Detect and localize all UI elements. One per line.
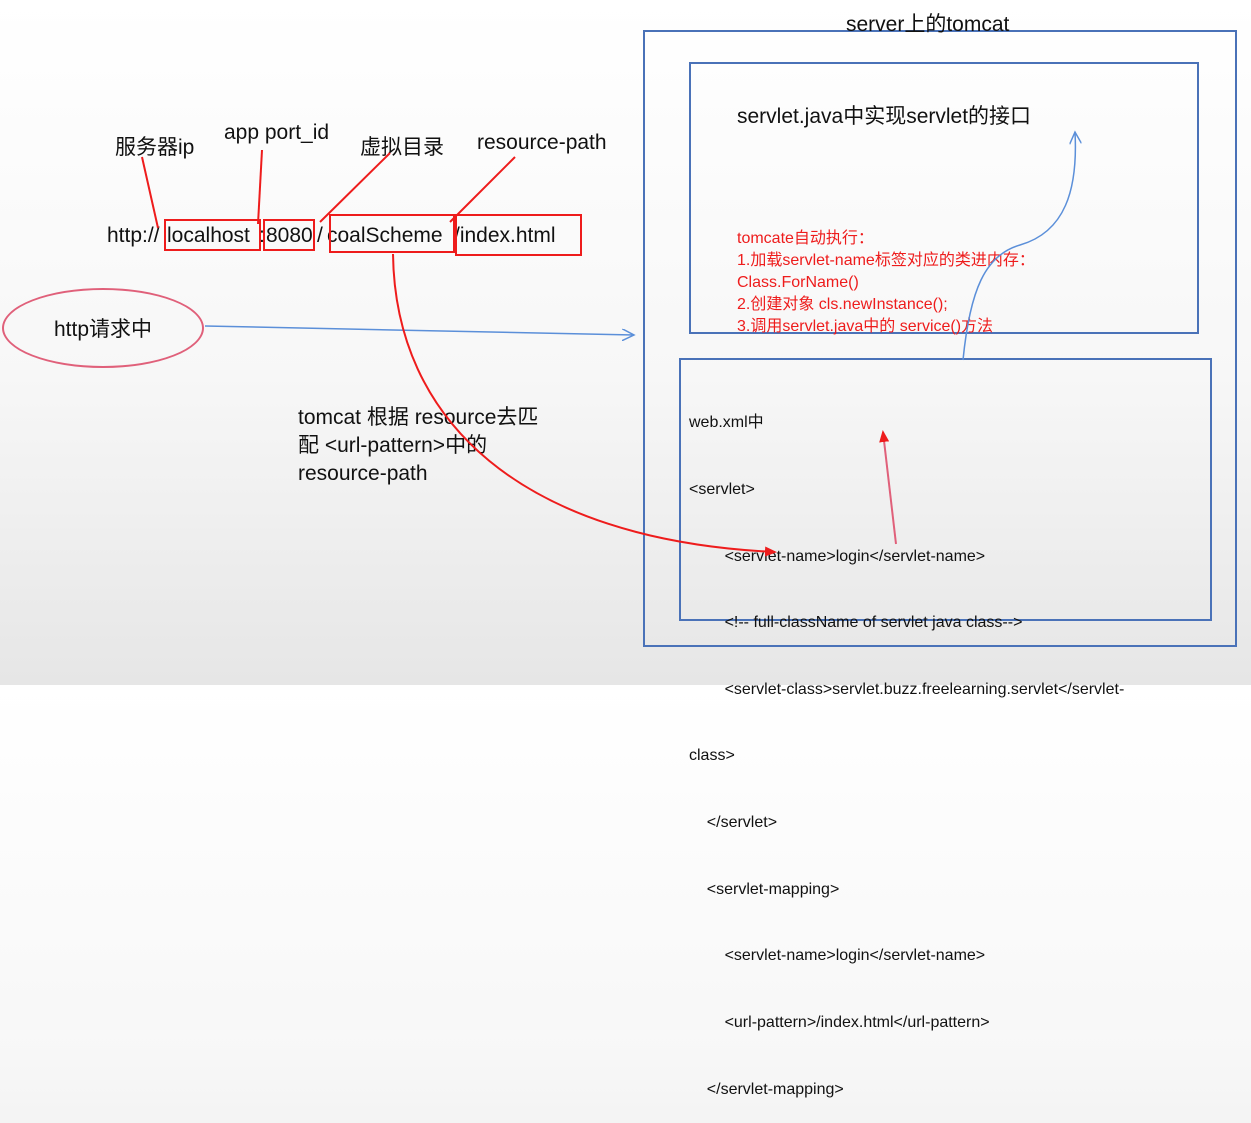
pointer-resource-path	[449, 156, 516, 223]
xml-line: <servlet-mapping>	[689, 880, 840, 898]
servlet-invoke-arrow	[962, 132, 1075, 361]
pointer-virtual-dir	[319, 152, 391, 223]
connector-overlay	[141, 0, 1251, 557]
http-request-arrow	[204, 325, 634, 335]
xml-line: </servlet>	[689, 814, 778, 832]
match-curve-arrow	[392, 253, 777, 557]
xml-line: <servlet-name>login</servlet-name>	[689, 947, 986, 965]
pointer-app-port	[257, 149, 263, 225]
pointer-server-ip	[141, 156, 159, 229]
xml-line: <url-pattern>/index.html</url-pattern>	[689, 1013, 990, 1031]
servlet-name-link-arrow	[879, 430, 897, 545]
xml-line: class>	[689, 747, 735, 765]
xml-line: </servlet-mapping>	[689, 1080, 844, 1098]
